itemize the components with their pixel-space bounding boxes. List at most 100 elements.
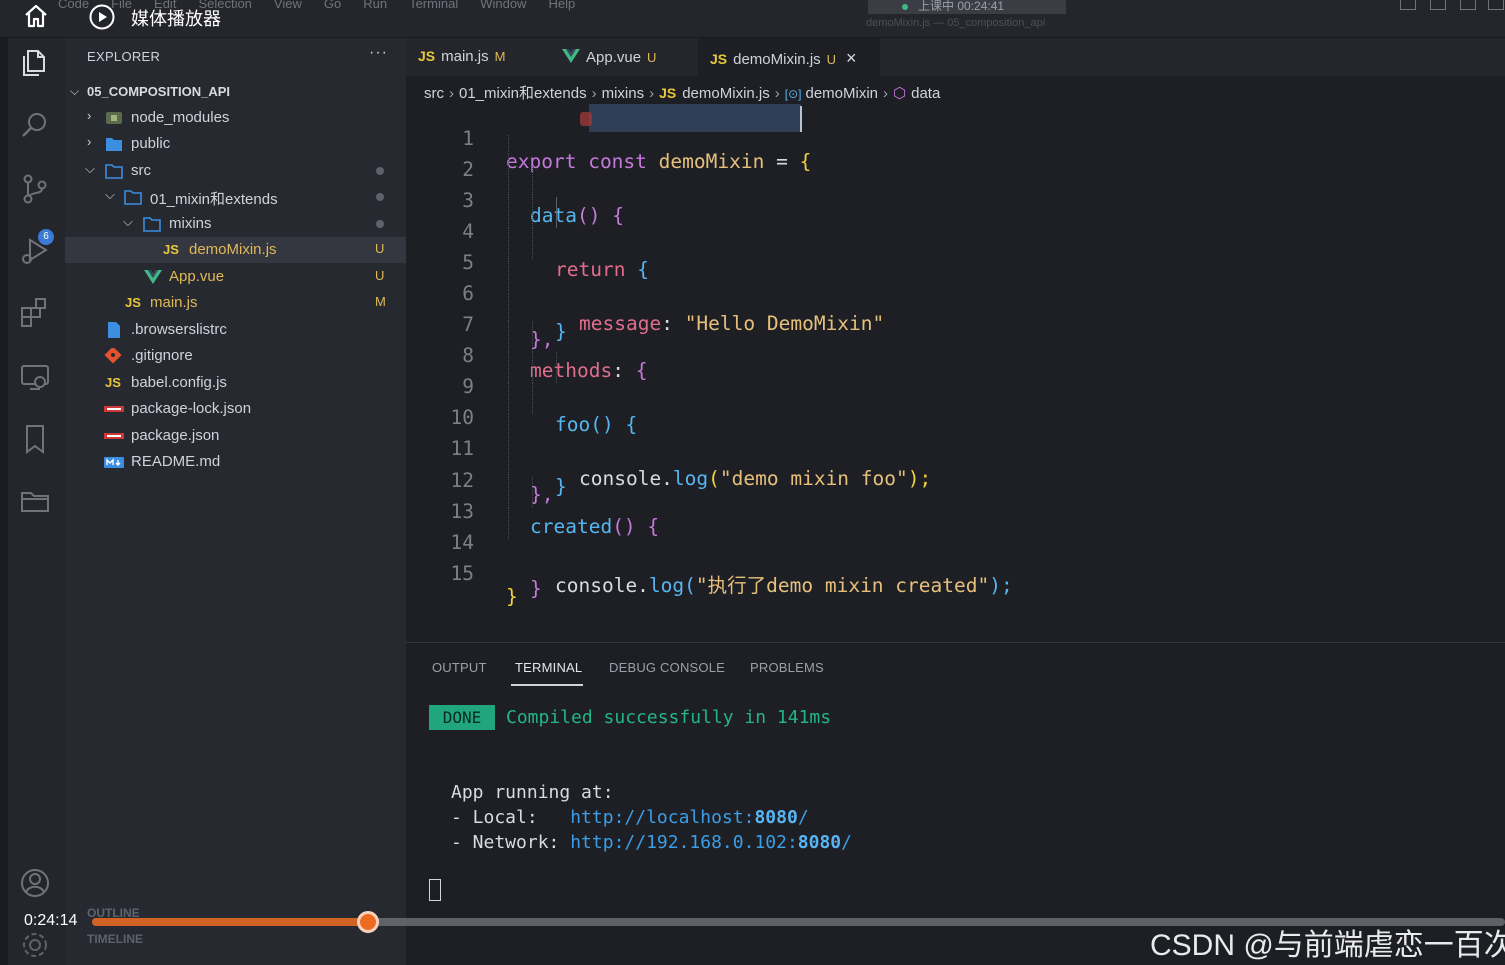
tree-item-label: babel.config.js bbox=[131, 374, 227, 391]
extensions-icon[interactable] bbox=[18, 296, 52, 330]
window-control-icon[interactable] bbox=[1488, 0, 1504, 10]
tab-debug-console[interactable]: DEBUG CONSOLE bbox=[609, 660, 725, 675]
tree-item-demomixin-js[interactable]: JS demoMixin.js U bbox=[65, 237, 406, 263]
js-file-icon: JS bbox=[418, 48, 436, 64]
tree-item-mixins[interactable]: ⌵ mixins bbox=[65, 211, 406, 237]
url-part: / bbox=[841, 832, 852, 853]
timeline-section[interactable]: TIMELINE bbox=[87, 932, 143, 946]
breadcrumb-item[interactable]: demoMixin.js bbox=[682, 85, 770, 102]
bookmark-icon[interactable] bbox=[18, 422, 52, 456]
modified-dot bbox=[376, 193, 384, 201]
indent-guide bbox=[508, 321, 509, 352]
indent-guide bbox=[508, 446, 509, 477]
indent-guide bbox=[508, 290, 509, 321]
remote-explorer-icon[interactable] bbox=[18, 360, 52, 394]
account-icon[interactable] bbox=[18, 866, 52, 900]
window-control-icon[interactable] bbox=[1460, 0, 1476, 10]
tab-output[interactable]: OUTPUT bbox=[432, 660, 487, 675]
indent-guide bbox=[508, 259, 509, 290]
tree-item-browserslistrc[interactable]: .browserslistrc bbox=[65, 317, 406, 343]
git-status-badge: U bbox=[375, 241, 385, 256]
window-control-icon[interactable] bbox=[1400, 0, 1416, 10]
tree-item-public[interactable]: › public bbox=[65, 131, 406, 157]
tab-demomixin-js[interactable]: JS demoMixin.js U × bbox=[698, 38, 880, 76]
video-scrubber-handle[interactable] bbox=[356, 911, 379, 933]
tree-item-label: demoMixin.js bbox=[189, 241, 277, 258]
menu-help[interactable]: Help bbox=[548, 0, 575, 11]
folder-icon[interactable] bbox=[18, 484, 52, 518]
code-token: ); bbox=[989, 574, 1013, 597]
close-icon[interactable]: × bbox=[846, 48, 857, 68]
tab-terminal[interactable]: TERMINAL bbox=[515, 660, 582, 675]
class-status-pill[interactable]: 上课中 00:24:41 bbox=[868, 0, 1066, 14]
code-line: 14 } bbox=[406, 508, 1505, 600]
local-url-link[interactable]: http://localhost:8080/ bbox=[570, 807, 808, 828]
code-line: 12 created() { bbox=[406, 446, 1505, 538]
breadcrumb-item[interactable]: src bbox=[424, 85, 444, 102]
window-control-icon[interactable] bbox=[1430, 0, 1446, 10]
settings-icon[interactable] bbox=[18, 928, 52, 962]
tree-item-src[interactable]: ⌵ src bbox=[65, 158, 406, 184]
code-editor[interactable]: 1 export const demoMixin = { 2 data() { … bbox=[406, 104, 1505, 642]
home-icon[interactable] bbox=[22, 2, 50, 30]
line-number: 15 bbox=[450, 562, 474, 585]
chevron-down-icon: ⌵ bbox=[105, 187, 115, 202]
network-label: - Network: bbox=[451, 832, 571, 853]
chevron-down-icon[interactable]: ⌵ bbox=[70, 84, 79, 99]
menu-window[interactable]: Window bbox=[480, 0, 526, 11]
code-line: 7 methods: { bbox=[406, 290, 1505, 382]
chevron-right-icon: › bbox=[449, 85, 454, 102]
network-url-link[interactable]: http://192.168.0.102:8080/ bbox=[570, 832, 852, 853]
chevron-right-icon: › bbox=[87, 134, 92, 149]
tree-item-label: node_modules bbox=[131, 109, 230, 126]
editor-tabs: JS main.js M App.vue U JS demoMixin.js U × bbox=[406, 38, 1505, 76]
video-progress-fill bbox=[92, 918, 368, 926]
tree-item-label: main.js bbox=[150, 294, 198, 311]
done-badge: DONE bbox=[429, 705, 495, 730]
markdown-icon bbox=[104, 454, 124, 470]
code-line: 6 }, bbox=[406, 259, 1505, 351]
tree-item-gitignore[interactable]: .gitignore bbox=[65, 343, 406, 369]
tree-item-package-lock[interactable]: package-lock.json bbox=[65, 396, 406, 422]
compile-message: Compiled successfully in 141ms bbox=[506, 707, 832, 728]
code-line: 11 }, bbox=[406, 414, 1505, 506]
play-icon[interactable] bbox=[88, 3, 116, 31]
playback-time: 0:24:14 bbox=[24, 912, 78, 929]
terminal-output[interactable]: DONE Compiled successfully in 141ms App … bbox=[406, 643, 1505, 965]
tree-item-01-mixin-extends[interactable]: ⌵ 01_mixin和extends bbox=[65, 184, 406, 210]
tab-main-js[interactable]: JS main.js M bbox=[406, 38, 548, 76]
more-actions-icon[interactable]: ··· bbox=[369, 44, 388, 62]
source-control-icon[interactable] bbox=[18, 172, 52, 206]
menu-go[interactable]: Go bbox=[324, 0, 341, 11]
tree-item-main-js[interactable]: JS main.js M bbox=[65, 290, 406, 316]
breadcrumb-item[interactable]: demoMixin bbox=[805, 85, 878, 102]
menu-view[interactable]: View bbox=[274, 0, 302, 11]
chevron-right-icon: › bbox=[883, 85, 889, 102]
breadcrumb-item[interactable]: mixins bbox=[602, 85, 645, 102]
indent-guide bbox=[532, 477, 533, 508]
live-dot-icon bbox=[902, 4, 908, 10]
tab-problems[interactable]: PROBLEMS bbox=[750, 660, 824, 675]
search-icon[interactable] bbox=[18, 108, 52, 142]
breadcrumb-item[interactable]: data bbox=[911, 85, 940, 102]
tree-item-readme[interactable]: README.md bbox=[65, 449, 406, 475]
url-part: http://localhost: bbox=[570, 807, 755, 828]
tree-item-babel-config[interactable]: JS babel.config.js bbox=[65, 370, 406, 396]
project-root[interactable]: 05_COMPOSITION_API bbox=[87, 84, 230, 99]
explorer-icon[interactable] bbox=[18, 46, 52, 80]
title-bar: Code File Edit Selection View Go Run Ter… bbox=[0, 0, 1505, 38]
folder-icon bbox=[105, 136, 123, 152]
tab-app-vue[interactable]: App.vue U bbox=[548, 38, 698, 76]
menu-run[interactable]: Run bbox=[363, 0, 387, 11]
menu-code[interactable]: Code bbox=[58, 0, 89, 11]
tree-item-app-vue[interactable]: App.vue U bbox=[65, 264, 406, 290]
chevron-right-icon: › bbox=[774, 85, 780, 102]
indent-guide bbox=[556, 352, 557, 383]
bottom-panel: DONE Compiled successfully in 141ms App … bbox=[406, 642, 1505, 965]
tree-item-node-modules[interactable]: › node_modules bbox=[65, 105, 406, 131]
run-debug-icon[interactable] bbox=[18, 234, 52, 268]
folder-open-icon bbox=[143, 216, 161, 232]
tree-item-package-json[interactable]: package.json bbox=[65, 423, 406, 449]
breadcrumb-item[interactable]: 01_mixin和extends bbox=[459, 85, 587, 102]
menu-terminal[interactable]: Terminal bbox=[409, 0, 458, 11]
